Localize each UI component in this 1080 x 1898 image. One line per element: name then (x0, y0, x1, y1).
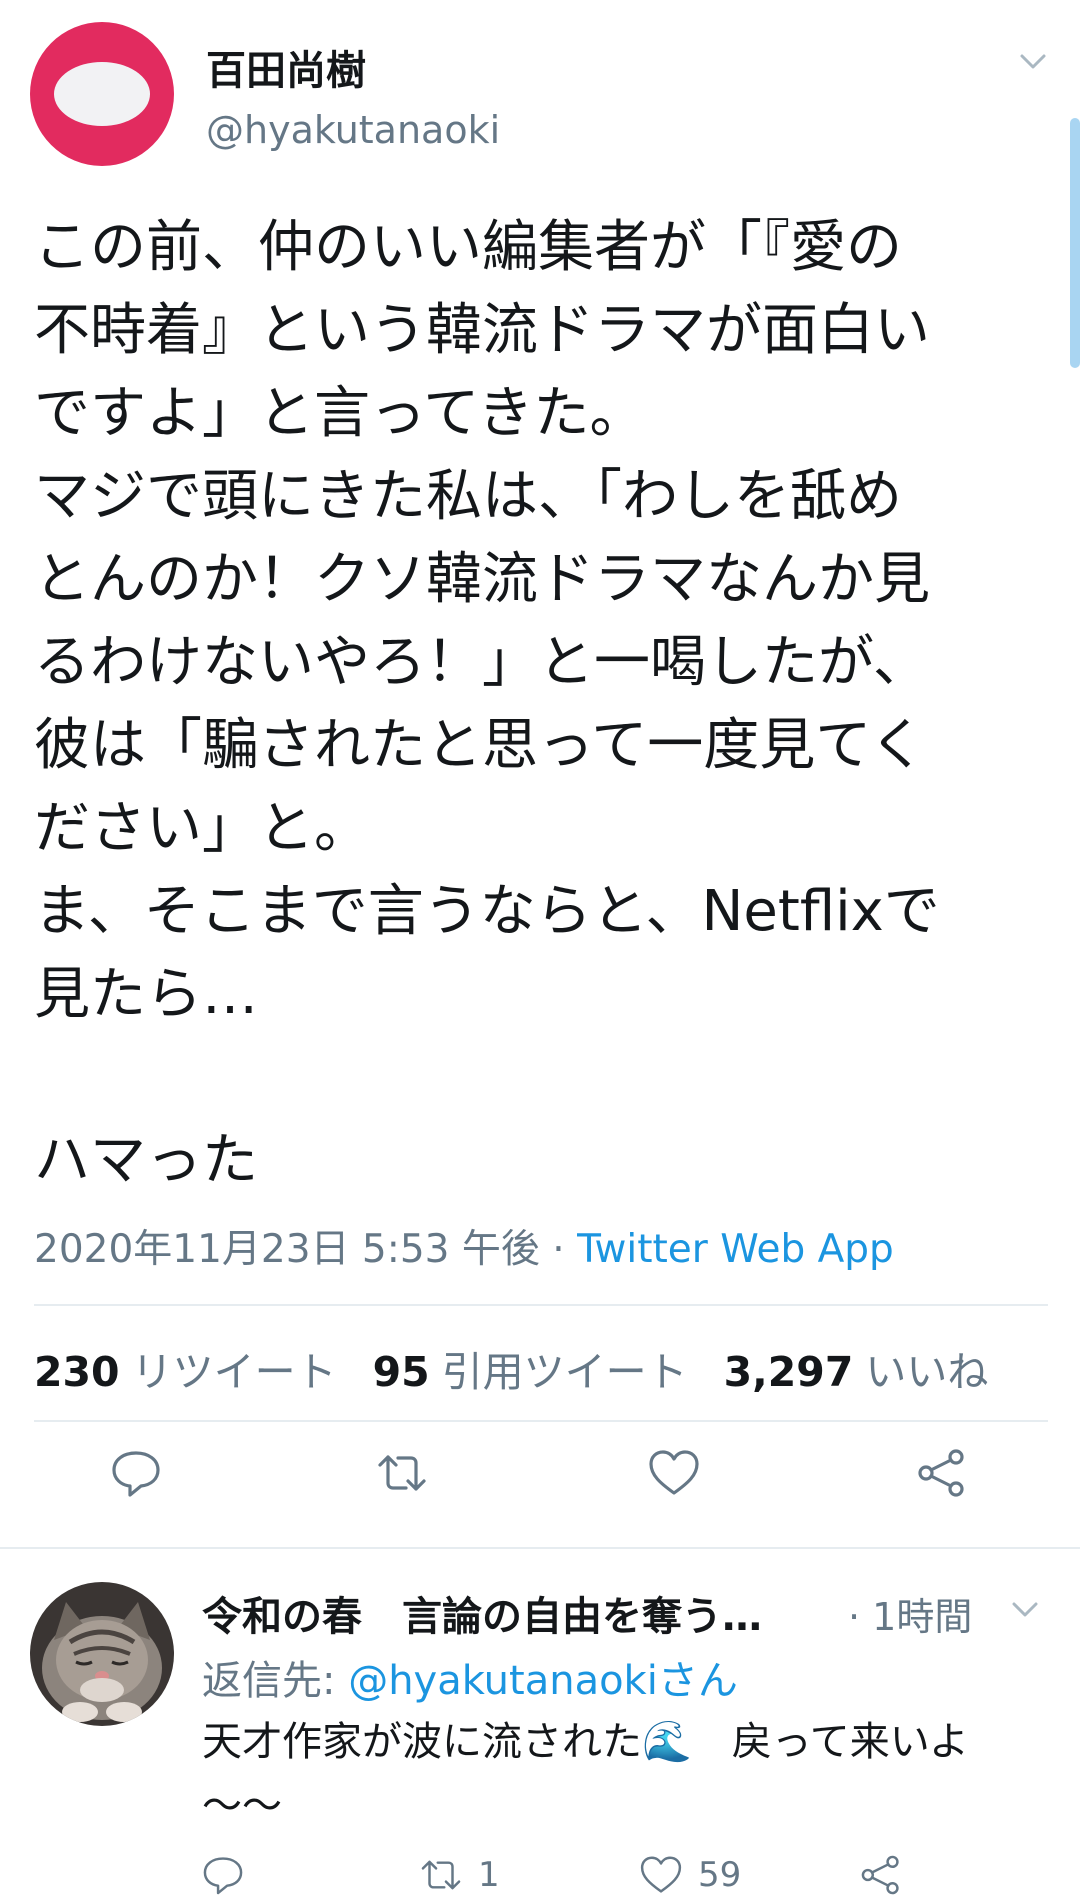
scrollbar[interactable] (1070, 118, 1080, 368)
reply-text: 天才作家が波に流された🌊 戻って来いよ 〜〜 (202, 1719, 970, 1829)
likes-stat[interactable]: 3,297 いいね (724, 1338, 989, 1398)
chevron-down-icon[interactable] (1018, 46, 1048, 76)
reply-reply-button[interactable] (200, 1852, 246, 1898)
retweets-count: 230 (34, 1348, 120, 1396)
like-button[interactable] (646, 1445, 706, 1505)
retweet-icon (378, 1455, 426, 1491)
heart-icon (649, 1450, 699, 1495)
reply-retweet-button[interactable]: 1 (418, 1852, 500, 1898)
reply-time[interactable]: · 1時間 (848, 1586, 972, 1641)
reply-button[interactable] (108, 1445, 168, 1505)
reply-like-button[interactable]: 59 (638, 1852, 741, 1898)
reply-actions: 1 59 (0, 1852, 1080, 1895)
reply-icon (112, 1451, 160, 1497)
section-separator (0, 1547, 1080, 1549)
author-handle[interactable]: @hyakutanaoki (206, 108, 500, 152)
quotes-stat[interactable]: 95 引用ツイート (373, 1338, 688, 1398)
retweets-label: リツイート (131, 1348, 337, 1396)
reply-to-mention[interactable]: @hyakutanaokiさん (348, 1658, 738, 1704)
share-icon (861, 1855, 899, 1895)
reply-avatar[interactable] (30, 1582, 174, 1726)
share-button[interactable] (914, 1445, 974, 1505)
heart-icon (640, 1856, 682, 1893)
tweet-stats: 230 リツイート 95 引用ツイート 3,297 いいね (34, 1338, 988, 1398)
retweet-button[interactable] (374, 1445, 434, 1505)
divider (34, 1420, 1048, 1422)
reply-to-prefix: 返信先: (202, 1658, 349, 1704)
reply-author-name[interactable]: 令和の春 言論の自由を奪う… (202, 1584, 762, 1642)
avatar-shape (54, 62, 150, 126)
reply-retweet-count: 1 (478, 1855, 500, 1895)
reply-share-button[interactable] (858, 1852, 904, 1898)
tweet-source[interactable]: Twitter Web App (577, 1227, 894, 1272)
kitten-avatar-image (30, 1582, 174, 1726)
retweet-icon (421, 1860, 461, 1890)
likes-label: いいね (865, 1348, 989, 1396)
tweet-timestamp[interactable]: 2020年11月23日 5:53 午後 (34, 1227, 540, 1272)
chevron-down-icon[interactable] (1010, 1594, 1040, 1624)
reply-like-count: 59 (698, 1855, 742, 1895)
share-icon (918, 1449, 964, 1497)
author-avatar[interactable] (30, 22, 174, 166)
quotes-count: 95 (372, 1348, 430, 1396)
reply-to: 返信先: @hyakutanaokiさん (202, 1648, 738, 1706)
tweet-actions (0, 1445, 1080, 1525)
meta-separator: · (539, 1227, 578, 1272)
retweets-stat[interactable]: 230 リツイート (34, 1338, 337, 1398)
tweet-meta: 2020年11月23日 5:53 午後 · Twitter Web App (34, 1218, 894, 1274)
author-name[interactable]: 百田尚樹 (206, 38, 366, 96)
tweet-text: この前、仲のいい編集者が「『愛の 不時着』という韓流ドラマが面白い ですよ」と言… (34, 215, 940, 1193)
reply-icon (203, 1857, 243, 1895)
quotes-label: 引用ツイート (441, 1348, 688, 1396)
divider (34, 1304, 1048, 1306)
likes-count: 3,297 (723, 1348, 854, 1396)
